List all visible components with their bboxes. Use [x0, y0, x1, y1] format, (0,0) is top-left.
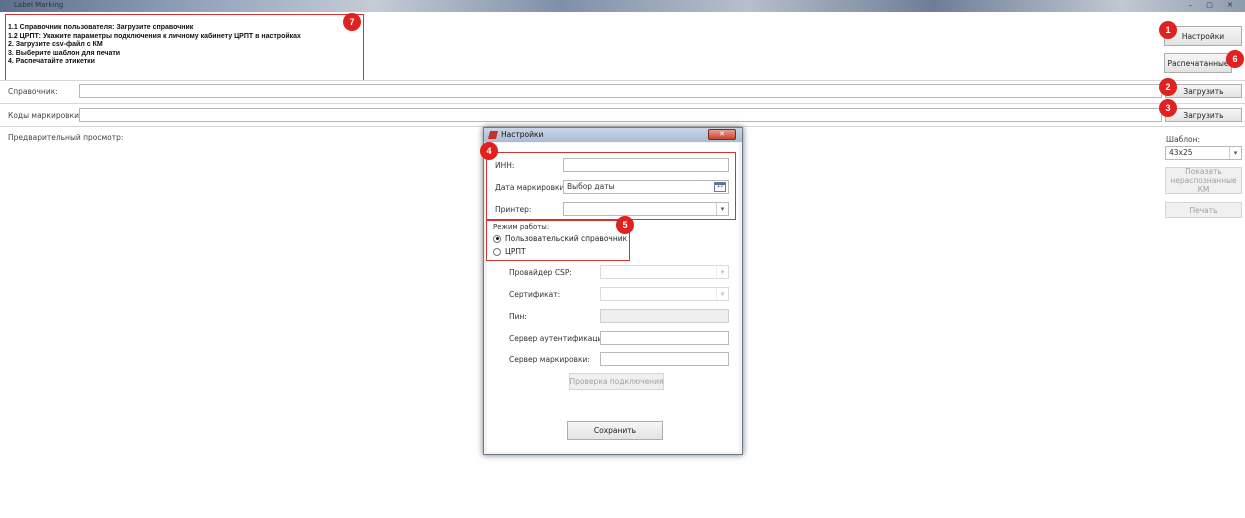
badge-2: 2: [1159, 78, 1177, 96]
radio-unchecked-icon[interactable]: [493, 247, 501, 256]
badge-1: 1: [1159, 21, 1177, 39]
codes-path-field[interactable]: [79, 108, 1162, 122]
certificate-select[interactable]: ▾: [600, 287, 729, 301]
certificate-label: Сертификат:: [509, 290, 561, 299]
inn-label: ИНН:: [495, 161, 515, 170]
template-select[interactable]: 43x25 ▾: [1165, 146, 1242, 160]
inn-input[interactable]: [563, 158, 729, 172]
settings-dialog: Настройки ✕ ИНН: Дата маркировки: Выбор …: [483, 127, 743, 455]
date-label: Дата маркировки:: [495, 183, 567, 192]
csp-select[interactable]: ▾: [600, 265, 729, 279]
mode-option-label: ЦРПТ: [505, 247, 526, 256]
chevron-down-icon[interactable]: ▾: [716, 288, 728, 300]
dialog-titlebar: Настройки ✕: [484, 128, 742, 142]
calendar-icon[interactable]: 15: [714, 182, 726, 192]
window-title: Label Marking: [14, 1, 64, 9]
divider: [0, 103, 1245, 104]
marking-server-input[interactable]: [600, 352, 729, 366]
dialog-body: ИНН: Дата маркировки: Выбор даты 15 Прин…: [487, 143, 739, 452]
divider: [0, 80, 1245, 81]
csp-label: Провайдер CSP:: [509, 268, 572, 277]
app-icon: [487, 131, 499, 139]
date-picker[interactable]: Выбор даты 15: [563, 180, 729, 194]
show-unrecognized-button[interactable]: Показать нераспознанные КМ: [1165, 167, 1242, 194]
window-titlebar: Label Marking – ▢ ✕: [0, 0, 1245, 12]
mode-option-catalog[interactable]: Пользовательский справочник: [493, 234, 627, 243]
auth-server-input[interactable]: [600, 331, 729, 345]
mode-option-crpt[interactable]: ЦРПТ: [493, 247, 526, 256]
printer-select[interactable]: ▾: [563, 202, 729, 216]
printed-button[interactable]: Распечатанные: [1164, 53, 1232, 73]
mode-label: Режим работы:: [493, 223, 550, 231]
window-controls[interactable]: – ▢ ✕: [1189, 1, 1239, 9]
instruction-line: 4. Распечатайте этикетки: [8, 58, 95, 66]
marking-server-label: Сервер маркировки:: [509, 355, 590, 364]
chevron-down-icon[interactable]: ▾: [716, 203, 728, 215]
save-button[interactable]: Сохранить: [567, 421, 663, 440]
pin-label: Пин:: [509, 312, 527, 321]
catalog-label: Справочник:: [8, 87, 58, 96]
badge-3: 3: [1159, 99, 1177, 117]
mode-option-label: Пользовательский справочник: [505, 234, 628, 243]
instruction-line: 1.2 ЦРПТ: Укажите параметры подключения …: [8, 32, 301, 40]
dialog-title: Настройки: [501, 130, 544, 139]
chevron-down-icon[interactable]: ▾: [716, 266, 728, 278]
template-label: Шаблон:: [1166, 135, 1201, 144]
print-button[interactable]: Печать: [1165, 202, 1242, 218]
codes-label: Коды маркировки:: [8, 111, 82, 120]
chevron-down-icon[interactable]: ▾: [1229, 147, 1241, 159]
auth-server-label: Сервер аутентификации:: [509, 334, 610, 343]
close-icon[interactable]: ✕: [708, 129, 736, 140]
radio-checked-icon[interactable]: [493, 234, 501, 243]
instructions-list: 1.1 Справочник пользователя: Загрузите с…: [8, 24, 301, 67]
badge-6: 6: [1226, 50, 1244, 68]
printer-label: Принтер:: [495, 205, 532, 214]
badge-4: 4: [480, 142, 498, 160]
check-connection-button[interactable]: Проверка подключения: [569, 373, 664, 390]
date-value: Выбор даты: [567, 182, 615, 191]
preview-label: Предварительный просмотр:: [8, 133, 124, 142]
catalog-path-field[interactable]: [79, 84, 1162, 98]
badge-7: 7: [343, 13, 361, 31]
instruction-line: 1.1 Справочник пользователя: Загрузите с…: [8, 24, 194, 31]
template-selected-value: 43x25: [1169, 148, 1193, 157]
pin-input[interactable]: [600, 309, 729, 323]
instruction-line: 2. Загрузите csv-файл с КМ: [8, 41, 103, 49]
badge-5: 5: [616, 216, 634, 234]
